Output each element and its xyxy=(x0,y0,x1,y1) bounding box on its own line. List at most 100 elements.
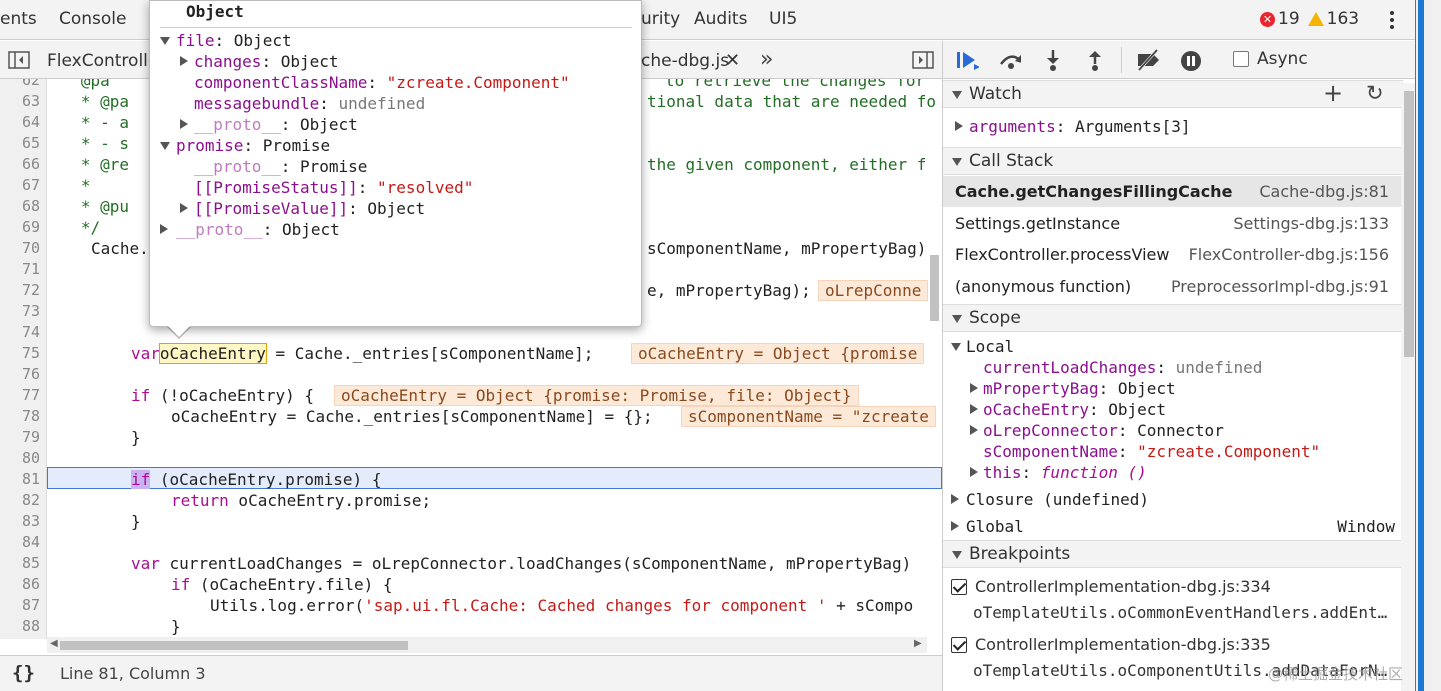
code-line[interactable]: return oCacheEntry.promise; xyxy=(171,491,431,510)
tab-console[interactable]: Console xyxy=(59,9,127,29)
code-line[interactable]: * @pa xyxy=(52,92,129,111)
expand-icon[interactable] xyxy=(970,404,978,414)
deactivate-breakpoints-icon[interactable] xyxy=(1135,49,1159,71)
line-number[interactable]: 82 xyxy=(0,491,40,509)
code-line[interactable]: Utils.log.error('sap.ui.fl.Cache: Cached… xyxy=(210,596,913,615)
line-number[interactable]: 81 xyxy=(0,470,40,488)
line-number[interactable]: 80 xyxy=(0,449,40,467)
line-number[interactable]: 65 xyxy=(0,134,40,152)
line-number[interactable]: 79 xyxy=(0,428,40,446)
line-number[interactable]: 89 xyxy=(0,638,40,639)
code-line[interactable]: oCacheEntry = Object {promise: Promise, … xyxy=(334,385,859,406)
more-options-icon[interactable] xyxy=(1382,6,1402,34)
line-number[interactable]: 66 xyxy=(0,155,40,173)
callstack-frame[interactable]: Settings.getInstance Settings-dbg.js:133 xyxy=(943,208,1403,239)
watch-section-header[interactable]: Watch + ↻ xyxy=(943,80,1403,108)
code-line[interactable]: * @re xyxy=(52,155,129,174)
scope-section-header[interactable]: Scope xyxy=(943,304,1403,332)
pretty-print-button[interactable]: {} xyxy=(12,662,35,684)
line-number[interactable]: 69 xyxy=(0,218,40,236)
code-line[interactable]: */ xyxy=(52,218,100,237)
frame-location[interactable]: Cache-dbg.js:81 xyxy=(1259,176,1389,207)
code-line[interactable]: e, mPropertyBag); xyxy=(647,281,811,300)
popup-property[interactable]: promise: Promise xyxy=(160,136,330,155)
line-number[interactable]: 75 xyxy=(0,344,40,362)
scope-variable[interactable]: oCacheEntry: Object xyxy=(970,400,1166,419)
code-line[interactable]: oCacheEntry = Object {promise xyxy=(631,343,925,364)
line-gutter[interactable]: 62 63 64 65 66 67 68 69 70 71 72 73 74 75 76 77 78 79 80 81… xyxy=(0,79,47,639)
code-line[interactable]: tional data that are needed fo xyxy=(647,92,936,111)
code-line[interactable]: if (!oCacheEntry) { xyxy=(131,386,314,405)
breakpoint-checkbox[interactable] xyxy=(951,578,967,595)
callstack-frame[interactable]: Cache.getChangesFillingCache Cache-dbg.js… xyxy=(943,176,1403,207)
vertical-scroll-thumb[interactable] xyxy=(930,255,939,321)
line-number[interactable]: 77 xyxy=(0,386,40,404)
scope-closure[interactable]: Closure (undefined) xyxy=(951,490,1149,509)
code-line[interactable]: sComponentName = "zcreate xyxy=(681,406,936,427)
scope-variable[interactable]: sComponentName: "zcreate.Component" xyxy=(983,442,1320,461)
more-tabs-icon[interactable]: » xyxy=(760,47,773,72)
add-watch-icon[interactable]: + xyxy=(1323,80,1343,106)
tab-security[interactable]: urity xyxy=(641,9,680,29)
line-number[interactable]: 71 xyxy=(0,260,40,278)
code-line[interactable]: } xyxy=(131,512,141,531)
line-number[interactable]: 78 xyxy=(0,407,40,425)
callstack-section-header[interactable]: Call Stack xyxy=(943,147,1403,175)
line-number[interactable]: 84 xyxy=(0,533,40,551)
line-number[interactable]: 64 xyxy=(0,113,40,131)
callstack-frame[interactable]: FlexController.processView FlexController… xyxy=(943,239,1403,270)
popup-property[interactable]: [[PromiseValue]]: Object xyxy=(180,199,425,218)
popup-property[interactable]: file: Object xyxy=(160,31,292,50)
tab-elements[interactable]: ents xyxy=(0,9,37,29)
breakpoint-item[interactable]: ControllerImplementation-dbg.js:335 xyxy=(951,635,1271,654)
expand-icon[interactable] xyxy=(970,425,978,435)
async-checkbox[interactable]: Async xyxy=(1233,49,1308,69)
breakpoint-checkbox[interactable] xyxy=(951,636,967,653)
scope-variable[interactable]: currentLoadChanges: undefined xyxy=(983,358,1262,377)
code-line[interactable]: * @pu xyxy=(52,197,129,216)
code-line[interactable]: to retrieve the changes for xyxy=(665,79,925,90)
line-number[interactable]: 72 xyxy=(0,281,40,299)
line-number[interactable]: 86 xyxy=(0,575,40,593)
frame-location[interactable]: PreprocessorImpl-dbg.js:91 xyxy=(1171,271,1389,302)
close-tab-icon[interactable]: ✕ xyxy=(725,50,740,71)
code-line[interactable]: Cache. xyxy=(91,239,149,258)
line-number[interactable]: 87 xyxy=(0,596,40,614)
step-over-icon[interactable] xyxy=(997,49,1021,71)
code-line[interactable]: } xyxy=(171,617,181,636)
popup-property[interactable]: changes: Object xyxy=(180,52,339,71)
source-tab-flexcontroller[interactable]: FlexControlle xyxy=(47,51,158,71)
error-warning-counter[interactable]: ✕ 19 163 xyxy=(1260,9,1359,29)
tab-ui5[interactable]: UI5 xyxy=(769,9,797,29)
scope-variable[interactable]: oLrepConnector: Connector xyxy=(970,421,1224,440)
code-line[interactable]: if (oCacheEntry.promise) { xyxy=(131,470,381,489)
expand-icon[interactable] xyxy=(160,224,168,234)
line-number[interactable]: 68 xyxy=(0,197,40,215)
code-line[interactable]: } xyxy=(131,428,141,447)
expand-icon[interactable] xyxy=(180,203,188,213)
line-number[interactable]: 76 xyxy=(0,365,40,383)
scope-variable[interactable]: mPropertyBag: Object xyxy=(970,379,1176,398)
line-number[interactable]: 70 xyxy=(0,239,40,257)
scope-variable[interactable]: this: function () xyxy=(970,463,1147,482)
resume-icon[interactable] xyxy=(955,49,979,71)
source-tab-cache[interactable]: che-dbg.js xyxy=(641,51,729,71)
frame-location[interactable]: Settings-dbg.js:133 xyxy=(1233,208,1389,239)
expand-icon[interactable] xyxy=(180,119,188,129)
pause-on-exceptions-icon[interactable] xyxy=(1179,49,1203,71)
collapse-icon[interactable] xyxy=(160,37,170,45)
code-line[interactable]: oLrepConne xyxy=(818,280,929,301)
code-line[interactable]: @pa xyxy=(52,79,110,90)
popup-property[interactable]: __proto__: Promise xyxy=(194,157,367,176)
collapse-icon[interactable] xyxy=(160,142,170,150)
popup-property[interactable]: messagebundle: undefined xyxy=(194,94,425,113)
callstack-frame[interactable]: (anonymous function) PreprocessorImpl-dbg… xyxy=(943,271,1403,302)
expand-icon[interactable] xyxy=(970,383,978,393)
code-line[interactable]: varoCacheEntry = Cache._entries[sCompone… xyxy=(131,343,593,364)
popup-property[interactable]: __proto__: Object xyxy=(180,115,358,134)
code-line[interactable]: the given component, either f xyxy=(647,155,926,174)
line-number[interactable]: 73 xyxy=(0,302,40,320)
expand-icon[interactable] xyxy=(180,56,188,66)
code-line[interactable]: * xyxy=(52,176,91,195)
watch-item[interactable]: arguments: Arguments[3] xyxy=(955,117,1191,136)
